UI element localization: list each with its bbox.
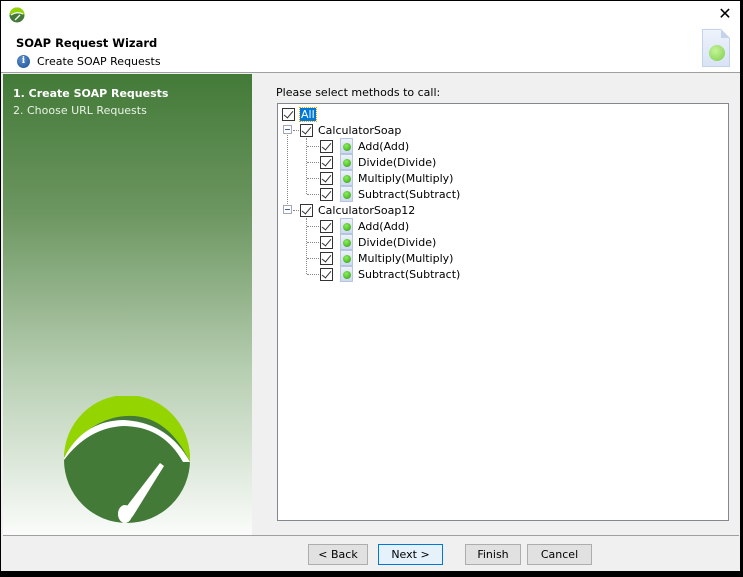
document-icon xyxy=(702,29,730,67)
tree-node-method[interactable]: Divide(Divide) xyxy=(320,234,436,250)
info-icon: i xyxy=(17,55,30,68)
steps-panel: 1. Create SOAP Requests 2. Choose URL Re… xyxy=(3,74,252,535)
step-create-soap-requests: 1. Create SOAP Requests xyxy=(13,87,169,100)
wizard-window: ✕ SOAP Request Wizard i Create SOAP Requ… xyxy=(0,0,743,577)
tree-node-method[interactable]: Add(Add) xyxy=(320,218,409,234)
method-label[interactable]: Add(Add) xyxy=(358,220,409,233)
method-label[interactable]: Subtract(Subtract) xyxy=(358,188,460,201)
checkbox-method[interactable] xyxy=(320,219,333,233)
checkbox-method[interactable] xyxy=(320,171,333,185)
tree-node-method[interactable]: Subtract(Subtract) xyxy=(320,186,460,202)
wizard-header: ✕ SOAP Request Wizard i Create SOAP Requ… xyxy=(1,1,740,73)
tree-node-all[interactable]: All xyxy=(282,106,317,122)
methods-tree[interactable]: All CalculatorSoap Add(Add) Divide(Divide)… xyxy=(277,103,729,521)
method-label[interactable]: Multiply(Multiply) xyxy=(358,252,453,265)
tree-label-all[interactable]: All xyxy=(299,106,317,122)
method-icon xyxy=(340,250,353,266)
checkbox-method[interactable] xyxy=(320,139,333,153)
cancel-button[interactable]: Cancel xyxy=(527,544,592,565)
method-icon xyxy=(340,138,353,154)
method-icon xyxy=(340,266,353,282)
app-logo-icon xyxy=(9,7,25,23)
method-label[interactable]: Add(Add) xyxy=(358,140,409,153)
checkbox-method[interactable] xyxy=(320,235,333,249)
gauge-logo-icon xyxy=(64,396,190,523)
method-icon xyxy=(340,234,353,250)
checkbox-service[interactable] xyxy=(300,123,313,137)
method-label[interactable]: Multiply(Multiply) xyxy=(358,172,453,185)
tree-node-method[interactable]: Subtract(Subtract) xyxy=(320,266,460,282)
method-icon xyxy=(340,218,353,234)
checkbox-method[interactable] xyxy=(320,155,333,169)
checkbox-method[interactable] xyxy=(320,187,333,201)
checkbox-all[interactable] xyxy=(282,107,295,121)
next-button[interactable]: Next > xyxy=(378,544,443,565)
expander-collapse-icon[interactable] xyxy=(283,205,292,214)
tree-node-method[interactable]: Add(Add) xyxy=(320,138,409,154)
checkbox-service[interactable] xyxy=(300,203,313,217)
checkbox-method[interactable] xyxy=(320,251,333,265)
subtitle-text: Create SOAP Requests xyxy=(37,55,161,68)
method-label[interactable]: Divide(Divide) xyxy=(358,236,436,249)
wizard-subtitle: i Create SOAP Requests xyxy=(17,55,161,68)
expander-collapse-icon[interactable] xyxy=(283,125,292,134)
wizard-title: SOAP Request Wizard xyxy=(16,36,158,50)
close-button[interactable]: ✕ xyxy=(716,5,734,23)
step-choose-url-requests: 2. Choose URL Requests xyxy=(13,104,147,117)
back-button[interactable]: < Back xyxy=(308,544,368,565)
footer-divider xyxy=(3,535,739,536)
finish-button[interactable]: Finish xyxy=(465,544,521,565)
tree-node-method[interactable]: Multiply(Multiply) xyxy=(320,250,453,266)
method-label[interactable]: Subtract(Subtract) xyxy=(358,268,460,281)
method-icon xyxy=(340,170,353,186)
tree-node-method[interactable]: Multiply(Multiply) xyxy=(320,170,453,186)
tree-node-service[interactable]: CalculatorSoap12 xyxy=(300,202,415,218)
method-icon xyxy=(340,154,353,170)
tree-node-method[interactable]: Divide(Divide) xyxy=(320,154,436,170)
method-icon xyxy=(340,186,353,202)
service-label[interactable]: CalculatorSoap12 xyxy=(318,204,415,217)
tree-node-service[interactable]: CalculatorSoap xyxy=(300,122,401,138)
service-label[interactable]: CalculatorSoap xyxy=(318,124,401,137)
checkbox-method[interactable] xyxy=(320,267,333,281)
methods-prompt: Please select methods to call: xyxy=(276,86,441,99)
method-label[interactable]: Divide(Divide) xyxy=(358,156,436,169)
